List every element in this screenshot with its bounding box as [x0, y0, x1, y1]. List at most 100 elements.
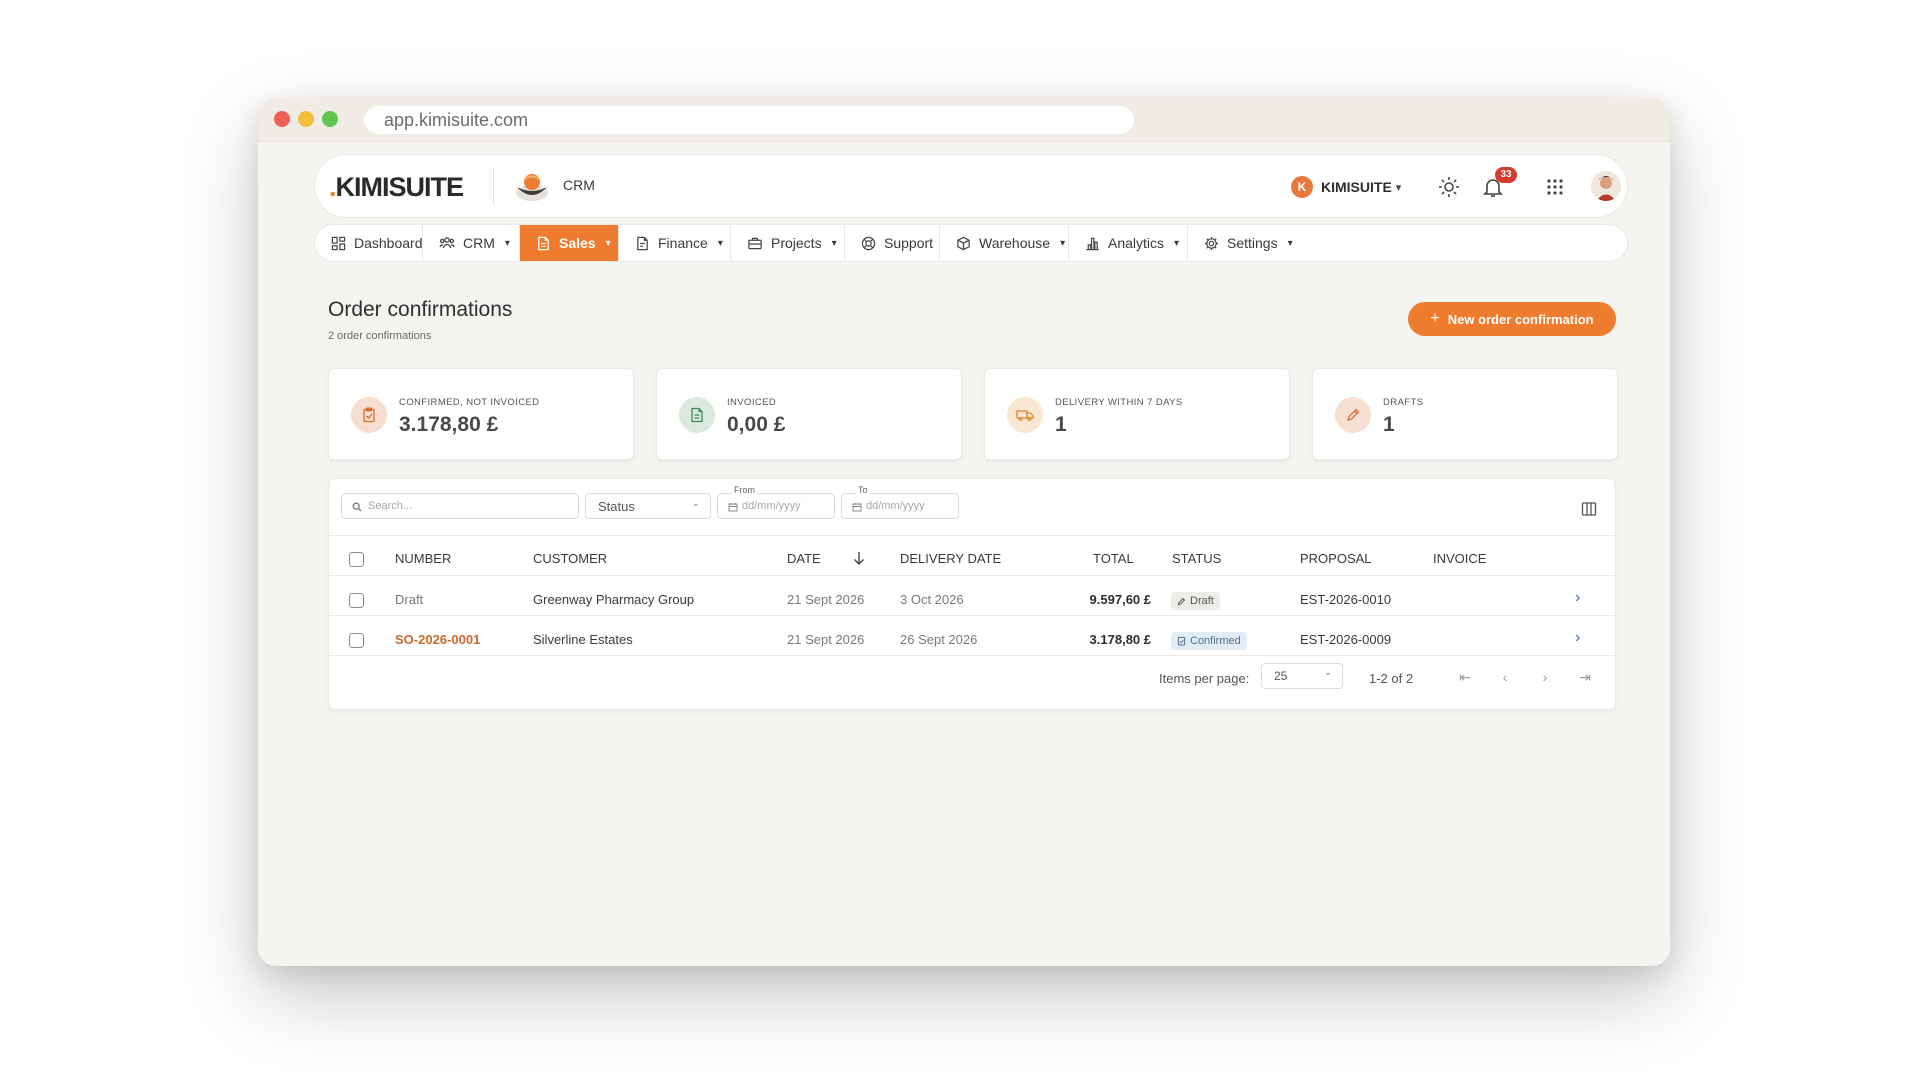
nav-crm[interactable]: CRM ▾ [423, 225, 520, 261]
clipboard-check-icon [351, 397, 387, 433]
nav-finance[interactable]: Finance ▾ [619, 225, 731, 261]
first-page-icon[interactable]: ⇤ [1455, 667, 1475, 687]
row-customer: Greenway Pharmacy Group [533, 592, 695, 607]
page-title: Order confirmations [328, 298, 513, 321]
kpi-drafts: DRAFTS 1 [1312, 368, 1618, 460]
pencil-icon [1335, 397, 1371, 433]
row-checkbox[interactable] [349, 633, 364, 648]
app-logo[interactable]: .KIMISUITE [329, 172, 464, 203]
row-proposal[interactable]: EST-2026-0009 [1300, 632, 1391, 647]
main-navigation: Dashboard CRM ▾ Sales ▾ Finance ▾ Projec… [314, 224, 1628, 262]
select-all-checkbox[interactable] [349, 552, 364, 567]
column-header-total[interactable]: TOTAL [1093, 551, 1134, 566]
bar-chart-icon [1086, 237, 1099, 250]
user-avatar[interactable] [1591, 171, 1621, 201]
search-icon [352, 502, 362, 512]
items-per-page-select[interactable]: 25 ⌄ [1261, 663, 1343, 689]
status-badge: Draft [1171, 592, 1220, 610]
nav-projects[interactable]: Projects ▾ [731, 225, 845, 261]
previous-page-icon[interactable]: ‹ [1495, 667, 1515, 687]
nav-dashboard[interactable]: Dashboard [315, 225, 423, 261]
row-number-link[interactable]: SO-2026-0001 [395, 632, 480, 647]
chevron-down-icon: ▾ [1395, 181, 1402, 194]
row-delivery-date: 3 Oct 2026 [900, 592, 964, 607]
browser-titlebar: app.kimisuite.com [258, 98, 1670, 142]
row-number: Draft [395, 592, 424, 607]
file-icon [637, 236, 648, 250]
divider [329, 535, 1615, 536]
gear-icon [1204, 236, 1219, 250]
document-icon [538, 236, 549, 250]
row-date: 21 Sept 2026 [787, 632, 865, 647]
row-total: 9.597,60 £ [1089, 592, 1151, 607]
divider [493, 169, 494, 205]
nav-warehouse[interactable]: Warehouse ▾ [940, 225, 1069, 261]
apps-grid-icon[interactable] [1543, 175, 1567, 199]
last-page-icon[interactable]: ⇥ [1575, 667, 1595, 687]
maximize-window-button[interactable] [322, 111, 338, 127]
address-bar[interactable]: app.kimisuite.com [364, 106, 1134, 134]
company-switcher[interactable]: K KIMISUITE ▾ [1291, 173, 1401, 201]
row-checkbox[interactable] [349, 593, 364, 608]
divider [329, 615, 1615, 616]
briefcase-icon [748, 237, 762, 249]
calendar-icon [728, 503, 738, 512]
kpi-invoiced: INVOICED 0,00 £ [656, 368, 962, 460]
divider [329, 655, 1615, 656]
chevron-down-icon: ▾ [1174, 237, 1180, 249]
chevron-down-icon: ▾ [504, 237, 510, 249]
new-order-confirmation-button[interactable]: + New order confirmation [1408, 302, 1616, 336]
status-badge: Confirmed [1171, 632, 1247, 650]
column-header-invoice[interactable]: INVOICE [1433, 551, 1486, 566]
from-date-input[interactable]: From dd/mm/yyyy [717, 485, 835, 519]
sort-descending-icon[interactable] [853, 551, 865, 565]
row-customer: Silverline Estates [533, 632, 633, 647]
column-header-delivery-date[interactable]: DELIVERY DATE [900, 551, 1001, 566]
chevron-right-icon[interactable]: › [1575, 589, 1580, 607]
sun-icon[interactable] [1437, 175, 1461, 199]
row-date: 21 Sept 2026 [787, 592, 865, 607]
column-header-number[interactable]: NUMBER [395, 551, 451, 566]
lifebuoy-icon [861, 236, 876, 250]
minimize-window-button[interactable] [298, 111, 314, 127]
module-label: CRM [563, 177, 595, 193]
row-delivery-date: 26 Sept 2026 [900, 632, 978, 647]
column-header-status[interactable]: STATUS [1172, 551, 1221, 566]
columns-icon[interactable] [1581, 501, 1597, 517]
row-proposal[interactable]: EST-2026-0010 [1300, 592, 1391, 607]
orders-table-card: Search... Status ⌄ From dd/mm/yyyy To dd… [328, 478, 1616, 710]
users-icon [439, 237, 455, 249]
chevron-down-icon: ▾ [717, 237, 723, 249]
column-header-date[interactable]: DATE [787, 551, 821, 566]
row-total: 3.178,80 £ [1089, 632, 1151, 647]
page-subtitle: 2 order confirmations [328, 330, 432, 342]
chevron-down-icon: ⌄ [1323, 667, 1332, 678]
box-icon [957, 236, 970, 250]
divider [329, 575, 1615, 576]
chevron-right-icon[interactable]: › [1575, 629, 1580, 647]
nav-analytics[interactable]: Analytics ▾ [1069, 225, 1188, 261]
notification-badge: 33 [1495, 167, 1517, 183]
kpi-confirmed-not-invoiced: CONFIRMED, NOT INVOICED 3.178,80 £ [328, 368, 634, 460]
chevron-down-icon: ▾ [1287, 237, 1293, 249]
chevron-down-icon: ▾ [1060, 237, 1066, 249]
chevron-down-icon: ⌄ [691, 498, 700, 509]
calendar-icon [852, 503, 862, 512]
truck-icon [1007, 397, 1043, 433]
column-header-customer[interactable]: CUSTOMER [533, 551, 607, 566]
pagination-range: 1-2 of 2 [1369, 671, 1414, 686]
nav-sales[interactable]: Sales ▾ [520, 225, 619, 261]
nav-settings[interactable]: Settings ▾ [1188, 225, 1309, 261]
close-window-button[interactable] [274, 111, 290, 127]
clipboard-check-icon [1177, 636, 1186, 646]
status-select[interactable]: Status ⌄ [585, 493, 711, 519]
column-header-proposal[interactable]: PROPOSAL [1300, 551, 1372, 566]
plus-icon: + [1430, 310, 1440, 327]
crm-module-icon [516, 174, 548, 201]
to-date-input[interactable]: To dd/mm/yyyy [841, 485, 959, 519]
nav-support[interactable]: Support [845, 225, 940, 261]
invoice-icon [679, 397, 715, 433]
chevron-down-icon: ▾ [831, 237, 837, 249]
next-page-icon[interactable]: › [1535, 667, 1555, 687]
search-input[interactable]: Search... [341, 493, 579, 519]
